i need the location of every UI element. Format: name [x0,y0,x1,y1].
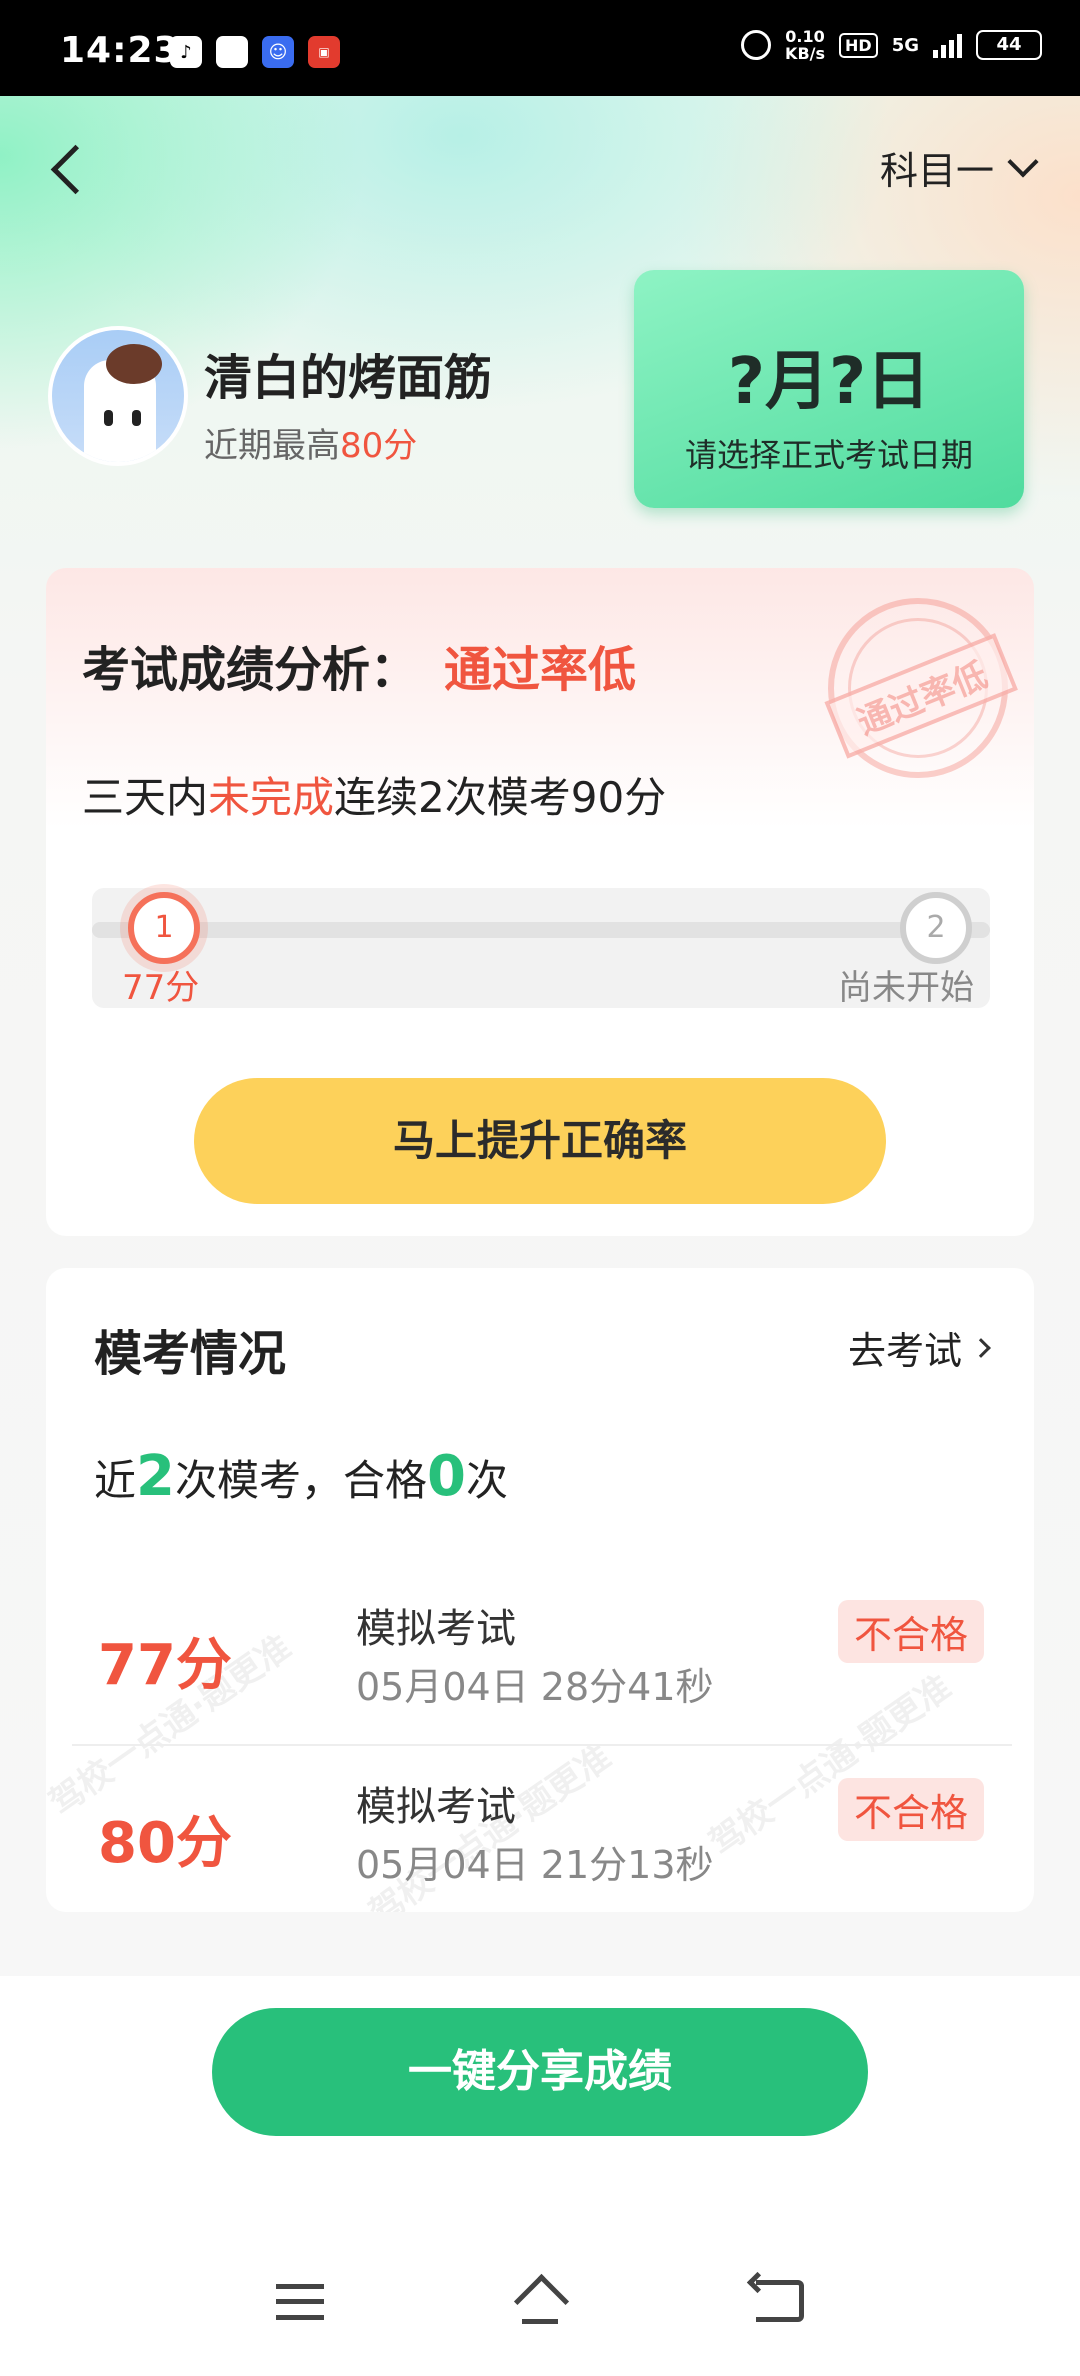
improve-accuracy-button[interactable]: 马上提升正确率 [194,1078,886,1204]
back-nav-icon[interactable] [756,2280,804,2322]
tiktok-icon: ♪ [170,36,202,68]
net-speed: 0.10 KB/s [785,27,826,63]
status-app-icons: ♪ ☺ ▣ [170,36,340,68]
row-time: 05月04日 21分13秒 [356,1843,714,1887]
row-score: 77分 [98,1633,232,1698]
row-name: 模拟考试 [356,1606,516,1652]
analysis-status: 通过率低 [444,642,637,698]
row-time: 05月04日 28分41秒 [356,1665,714,1709]
signal-icon [933,32,962,58]
status-time: 14:23 [60,30,180,71]
mock-exam-card: 模考情况 去考试 近2次模考，合格0次 驾校一点通·题更准 驾校一点通·题更准 … [46,1268,1034,1912]
exam-date-hint: 请选择正式考试日期 [684,436,973,474]
step-1-marker: 1 [128,892,200,964]
hd-icon: HD [839,32,878,58]
exam-date-value: ?月?日 [727,345,931,419]
analysis-card: 考试成绩分析： 通过率低 通过率低 三天内未完成连续2次模考90分 1 2 77… [46,568,1036,1236]
system-nav-bar [0,2266,1080,2356]
mock-exam-title: 模考情况 [94,1326,287,1382]
mock-exam-row[interactable]: 77分 模拟考试 05月04日 28分41秒 不合格 [46,1568,1034,1748]
step-2-marker: 2 [900,892,972,964]
mock-summary: 近2次模考，合格0次 [94,1444,508,1509]
share-score-button[interactable]: 一键分享成绩 [212,2008,868,2136]
step-2-label: 尚未开始 [838,968,974,1008]
home-icon[interactable] [512,2274,568,2324]
fail-badge: 不合格 [837,1600,984,1663]
alarm-icon [741,30,772,60]
avatar[interactable] [48,326,188,466]
step-1-label: 77分 [122,968,200,1008]
network-type: 5G [891,34,919,56]
battery-icon: 44 [976,30,1042,60]
bottom-panel: 一键分享成绩 [0,1976,1080,2376]
fail-badge: 不合格 [837,1778,984,1841]
progress-track [92,922,990,938]
row-name: 模拟考试 [356,1784,516,1830]
pass-rate-stamp: 通过率低 [800,570,1036,806]
row-score: 80分 [98,1811,232,1876]
progress-steps: 1 2 77分 尚未开始 [92,888,990,1008]
mock-exam-row[interactable]: 80分 模拟考试 05月04日 21分13秒 不合格 [46,1746,1034,1912]
app-square-icon [216,36,248,68]
subject-selector[interactable]: 科目一 [879,140,1039,195]
user-best-score: 近期最高80分 [204,426,418,466]
qq-icon: ☺ [262,36,294,68]
status-bar: 14:23 ♪ ☺ ▣ 0.10 KB/s HD 5G 44 [0,0,1080,96]
menu-icon[interactable] [276,2284,324,2320]
toutiao-icon: ▣ [308,36,340,68]
analysis-title: 考试成绩分析： [82,642,419,698]
user-name: 清白的烤面筋 [204,350,493,406]
subject-label: 科目一 [879,149,994,193]
back-icon[interactable] [48,138,88,198]
status-right: 0.10 KB/s HD 5G 44 [741,28,1042,62]
requirement-text: 三天内未完成连续2次模考90分 [82,773,667,822]
exam-date-button[interactable]: ?月?日 请选择正式考试日期 [634,270,1024,508]
chevron-down-icon [1007,145,1039,178]
chevron-right-icon [971,1337,991,1358]
go-exam-link[interactable]: 去考试 [848,1320,991,1375]
